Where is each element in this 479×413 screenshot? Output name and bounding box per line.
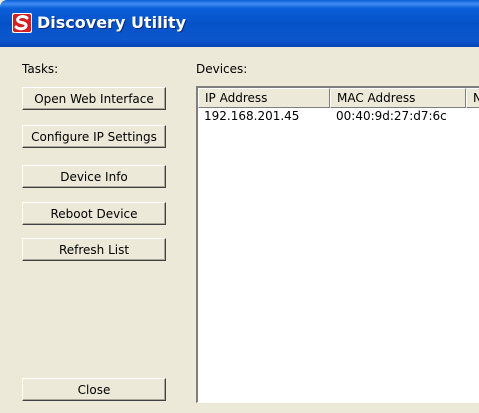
table-row[interactable]: 192.168.201.45 00:40:9d:27:d7:6c — [198, 108, 479, 124]
device-info-button[interactable]: Device Info — [22, 165, 166, 188]
configure-ip-settings-button[interactable]: Configure IP Settings — [22, 125, 166, 148]
close-button[interactable]: Close — [22, 378, 166, 401]
open-web-interface-button[interactable]: Open Web Interface — [22, 87, 166, 110]
reboot-device-button[interactable]: Reboot Device — [22, 202, 166, 225]
devices-list[interactable]: IP Address MAC Address N 192.168.201.45 … — [196, 86, 479, 403]
devices-list-header: IP Address MAC Address N — [198, 88, 479, 108]
column-header-mac-address[interactable]: MAC Address — [330, 88, 466, 108]
devices-label: Devices: — [196, 62, 248, 76]
column-header-name[interactable]: N — [466, 88, 479, 108]
window-bottom-edge — [0, 403, 479, 413]
ip-address-cell: 192.168.201.45 — [204, 109, 300, 123]
mac-address-cell: 00:40:9d:27:d7:6c — [336, 109, 447, 123]
window-title: Discovery Utility — [37, 13, 187, 32]
column-header-ip-address[interactable]: IP Address — [198, 88, 330, 108]
tasks-label: Tasks: — [22, 62, 59, 76]
refresh-list-button[interactable]: Refresh List — [22, 238, 166, 261]
title-bar[interactable]: Discovery Utility — [0, 0, 479, 47]
app-logo-icon — [12, 13, 32, 33]
